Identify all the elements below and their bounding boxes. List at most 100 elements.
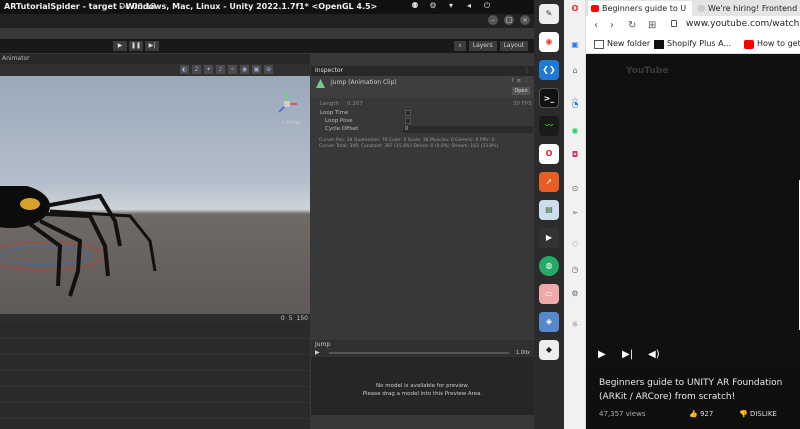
spider-model[interactable]: [0, 186, 160, 306]
dislike-label: DISLIKE: [749, 410, 777, 418]
error-count[interactable]: 0: [281, 315, 285, 322]
step-button[interactable]: ▶|: [145, 41, 159, 51]
notes-app-icon[interactable]: ✎: [539, 4, 559, 24]
forward-icon[interactable]: ›: [610, 20, 614, 31]
video-editor-icon[interactable]: ▶: [539, 228, 559, 248]
preview-timeline[interactable]: [329, 352, 509, 354]
opera-icon[interactable]: O: [539, 144, 559, 164]
office-app-icon[interactable]: ▤: [539, 200, 559, 220]
postman-icon[interactable]: ➚: [539, 172, 559, 192]
youtube-logo[interactable]: YouTube: [626, 66, 668, 76]
shading-icon[interactable]: ◐: [180, 65, 189, 74]
console-panel[interactable]: [0, 324, 310, 429]
chrome-icon[interactable]: ◉: [539, 32, 559, 52]
terminal-icon[interactable]: >_: [539, 88, 559, 108]
effects-icon[interactable]: ✧: [228, 65, 237, 74]
opera-menu-icon[interactable]: O: [570, 4, 580, 14]
messenger-icon[interactable]: ◔: [570, 100, 580, 110]
lock-icon[interactable]: [671, 20, 677, 27]
volume-icon[interactable]: ◀): [648, 349, 660, 360]
window-title: ARTutorialSpider - target - Windows, Mac…: [4, 2, 378, 11]
audio-icon[interactable]: ♪: [216, 65, 225, 74]
play-button[interactable]: ▶: [113, 41, 127, 51]
warning-count[interactable]: 5: [289, 315, 293, 322]
maximize-icon[interactable]: □: [504, 15, 514, 25]
perspective-label[interactable]: < Persp: [281, 120, 301, 126]
preview-message: No model is available for preview. Pleas…: [311, 382, 534, 398]
lightbulb-icon[interactable]: ☼: [570, 320, 580, 330]
send-icon[interactable]: ➢: [570, 208, 580, 218]
preset-icon[interactable]: ≡: [517, 78, 521, 84]
settings-icon[interactable]: ⚙: [570, 289, 580, 299]
player-controls: ▶ ▶| ◀): [586, 344, 800, 366]
system-monitor-icon[interactable]: 〰: [539, 116, 559, 136]
volume-icon[interactable]: ◂: [464, 1, 474, 11]
hidden-icon[interactable]: ◉: [240, 65, 249, 74]
cycle-offset-field[interactable]: 0: [403, 126, 533, 133]
2d-icon[interactable]: 2: [192, 65, 201, 74]
youtube-favicon-icon: [591, 5, 599, 12]
instagram-icon[interactable]: ◘: [570, 150, 580, 160]
power-icon[interactable]: ⏻: [482, 1, 492, 11]
back-icon[interactable]: ‹: [594, 20, 598, 31]
dislike-button[interactable]: 👎 DISLIKE: [739, 410, 777, 418]
animation-clip-icon: [316, 79, 325, 88]
message-count[interactable]: 150: [297, 315, 308, 322]
light-icon[interactable]: ✦: [204, 65, 213, 74]
console-counts: 0 5 150: [281, 315, 308, 322]
clock[interactable]: Do 00:18: [119, 2, 156, 11]
like-button[interactable]: 👍 927: [689, 410, 713, 418]
tab-inspector[interactable]: Inspector: [315, 67, 343, 74]
gizmos-icon[interactable]: ⊕: [264, 65, 273, 74]
bookmark-new-folder[interactable]: New folder: [594, 39, 650, 49]
orientation-gizmo-icon[interactable]: [275, 90, 299, 118]
header-icons: ? ≡ ⋮: [511, 78, 529, 84]
more-options-icon[interactable]: ⋮: [524, 67, 530, 74]
scene-view[interactable]: < Persp: [0, 76, 310, 314]
files-app-icon[interactable]: ▭: [539, 284, 559, 304]
tab-animator[interactable]: Animator: [2, 55, 30, 62]
camera-icon[interactable]: ▣: [252, 65, 261, 74]
tab-youtube[interactable]: Beginners guide to U: [588, 1, 692, 16]
loop-time-checkbox[interactable]: [405, 110, 411, 116]
search-icon[interactable]: ⌕: [454, 41, 466, 51]
preview-speed[interactable]: 1.00x: [516, 350, 530, 356]
youtube-favicon-icon: [744, 40, 754, 49]
layers-dropdown[interactable]: Layers: [468, 41, 497, 51]
help-icon[interactable]: ?: [511, 78, 514, 84]
play-icon[interactable]: ▶: [598, 349, 606, 360]
whatsapp-icon[interactable]: ◉: [570, 126, 580, 136]
loop-pose-checkbox[interactable]: [405, 118, 411, 124]
user-icon[interactable]: ⚉: [410, 1, 420, 11]
globe-app-icon[interactable]: ◍: [539, 256, 559, 276]
reload-icon[interactable]: ↻: [628, 20, 636, 31]
clock-icon[interactable]: ◷: [570, 265, 580, 275]
settings-icon[interactable]: ⚙: [428, 1, 438, 11]
speed-dial-grid-icon[interactable]: ⊞: [648, 20, 656, 31]
console-status-bar: 0 5 150: [0, 314, 310, 324]
bookmark-how-to[interactable]: How to get st...: [744, 39, 800, 49]
speed-dial-icon[interactable]: ▣: [570, 40, 580, 50]
open-button[interactable]: Open: [512, 87, 530, 95]
heart-icon[interactable]: ♡: [570, 240, 580, 250]
next-icon[interactable]: ▶|: [622, 349, 633, 360]
bookmark-shopify[interactable]: Shopify Plus A...: [654, 39, 731, 49]
history-icon[interactable]: ⊙: [570, 184, 580, 194]
vscode-icon[interactable]: ❮❯: [539, 60, 559, 80]
close-icon[interactable]: ×: [520, 15, 530, 25]
pause-button[interactable]: ❚❚: [129, 41, 143, 51]
menu-icon[interactable]: ⋮: [524, 78, 529, 84]
layout-dropdown[interactable]: Layout: [499, 41, 528, 51]
preview-play-icon[interactable]: ▶: [315, 349, 320, 356]
network-icon[interactable]: ▾: [446, 1, 456, 11]
bag-app-icon[interactable]: ◈: [539, 312, 559, 332]
unity-hub-icon[interactable]: ◆: [539, 340, 559, 360]
cycle-offset-label: Cycle Offset: [325, 126, 359, 132]
tab-hiring[interactable]: We're hiring! Frontend: [694, 1, 800, 16]
animator-tab-bar: Animator: [0, 54, 310, 64]
address-bar[interactable]: www.youtube.com/watch: [686, 19, 799, 29]
minimize-icon[interactable]: –: [488, 15, 498, 25]
shopify-favicon-icon: [654, 40, 664, 49]
video-player[interactable]: YouTube ▶ ▶| ◀): [586, 54, 800, 366]
home-icon[interactable]: ⌂: [570, 66, 580, 76]
